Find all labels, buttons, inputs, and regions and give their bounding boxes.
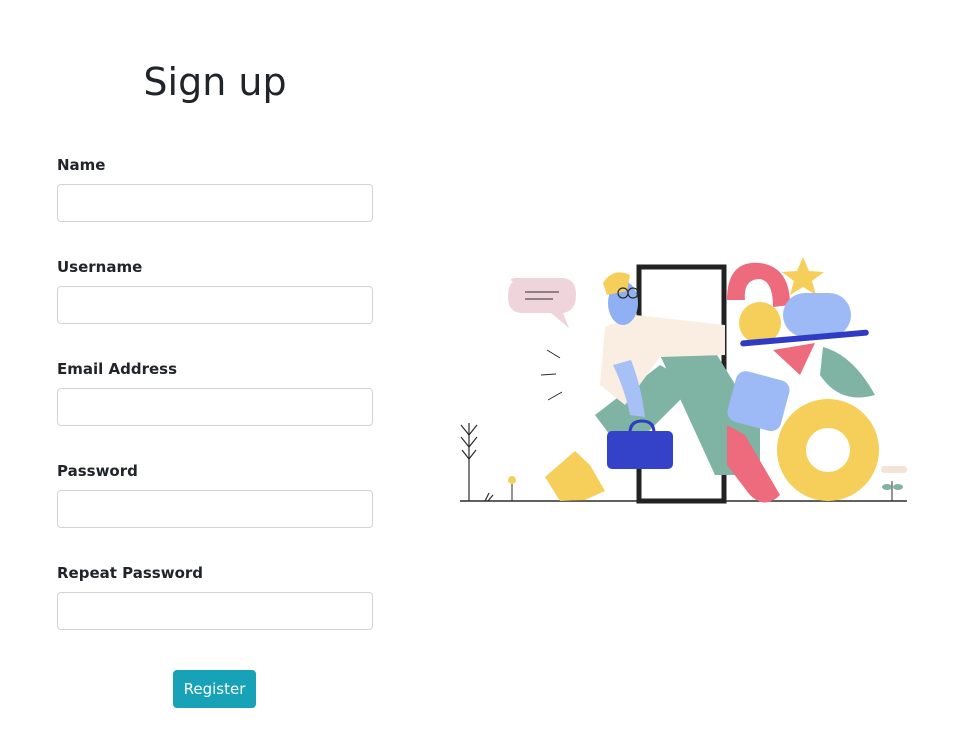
plant-icon (460, 423, 494, 502)
register-button[interactable]: Register (173, 670, 256, 708)
email-label: Email Address (57, 360, 178, 378)
signup-page: Sign up Name Username Email Address Pass… (0, 0, 967, 735)
name-input[interactable] (57, 184, 373, 222)
name-label: Name (57, 156, 106, 174)
username-input[interactable] (57, 286, 373, 324)
email-input[interactable] (57, 388, 373, 426)
repeat-password-input[interactable] (57, 592, 373, 630)
speech-bubble-icon (508, 278, 576, 328)
password-input[interactable] (57, 490, 373, 528)
person-walking-through-door-illustration (460, 257, 907, 504)
repeat-password-label: Repeat Password (57, 564, 204, 582)
page-title: Sign up (143, 60, 287, 104)
username-label: Username (57, 258, 143, 276)
password-label: Password (57, 462, 138, 480)
